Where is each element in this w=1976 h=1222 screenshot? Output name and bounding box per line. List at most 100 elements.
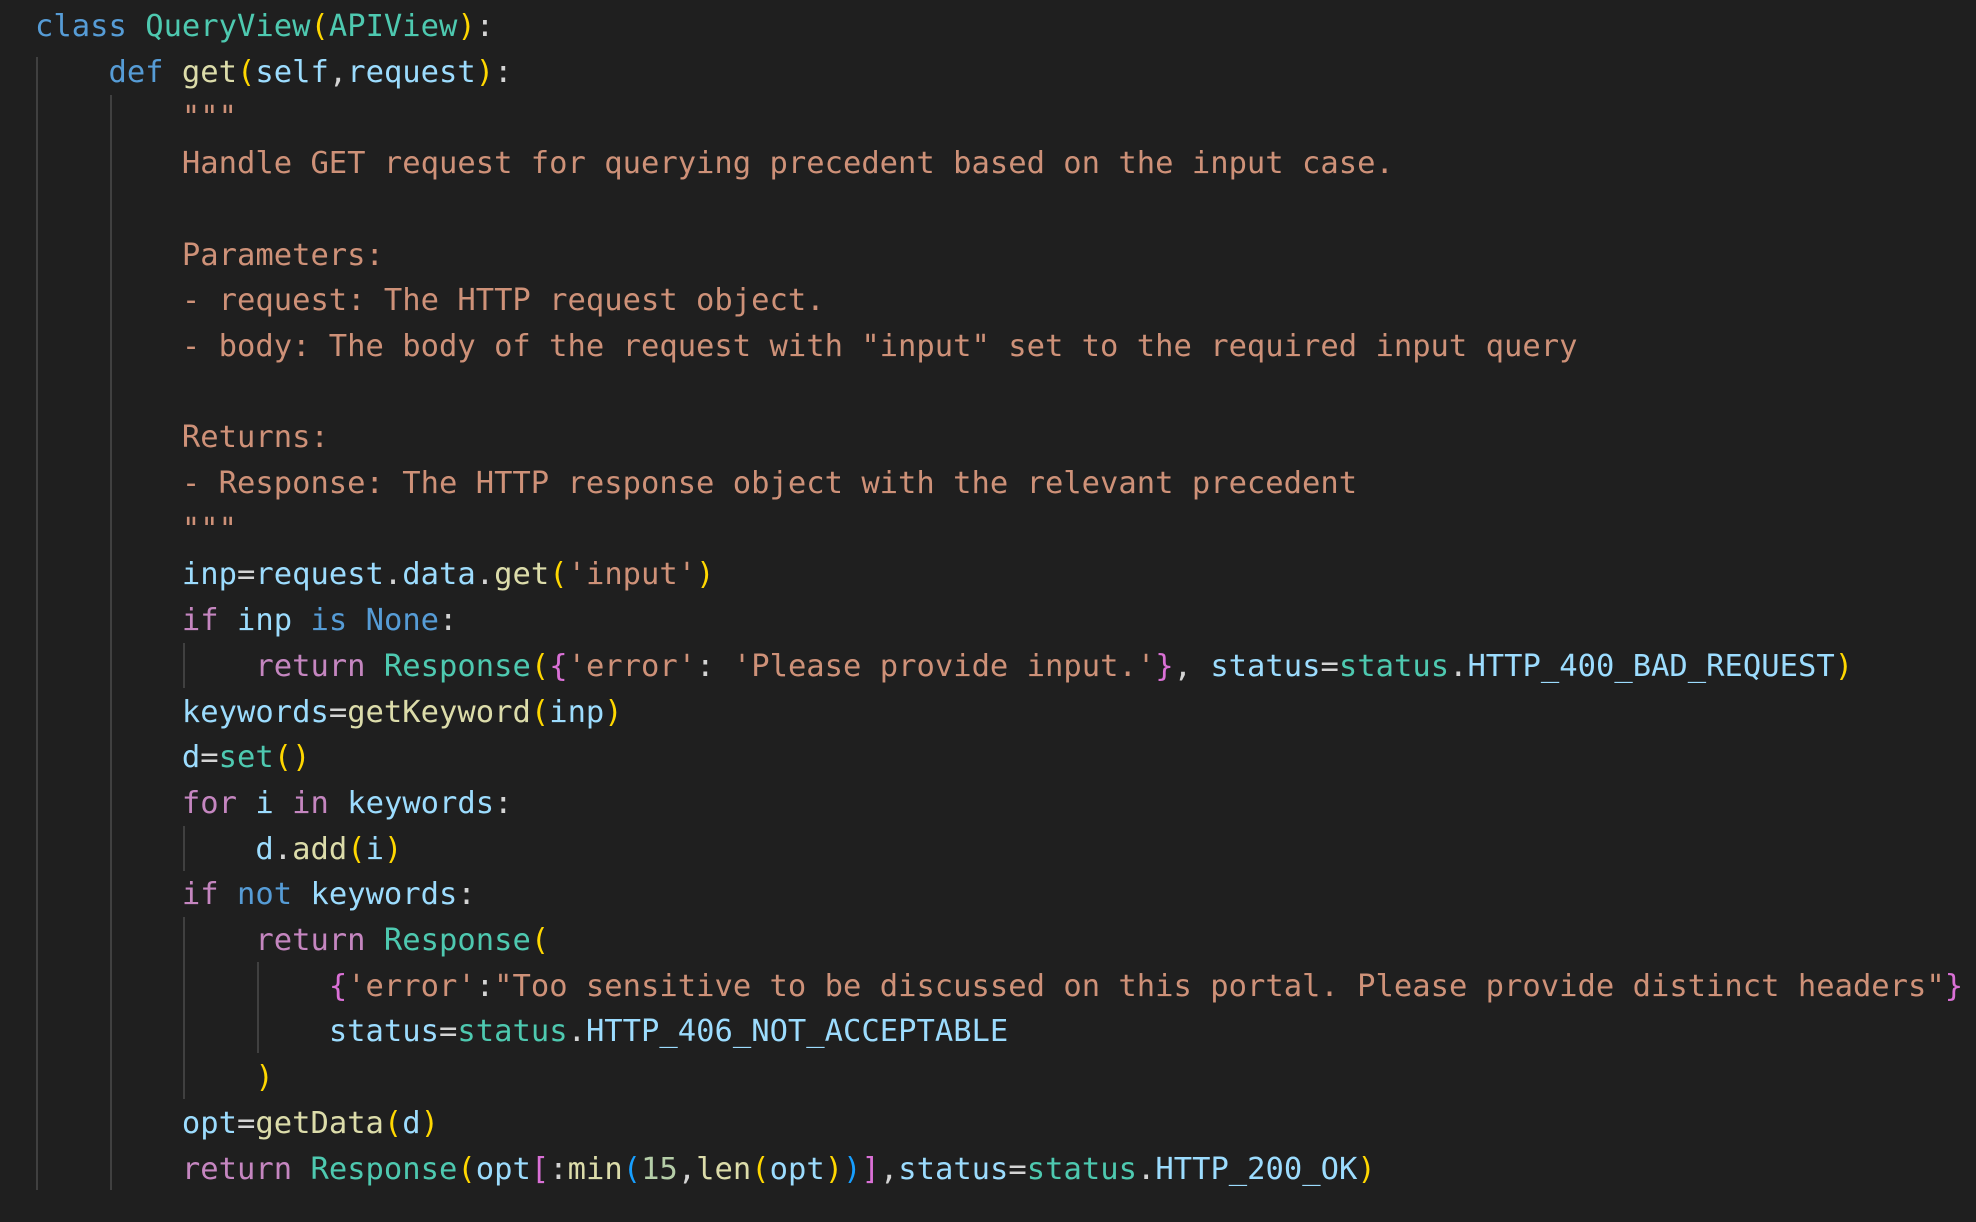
code-line[interactable]: """ (35, 507, 237, 553)
code-token: ) (824, 1151, 844, 1187)
code-token: ( (383, 1105, 403, 1141)
code-token: add (292, 831, 348, 867)
code-line[interactable]: d=set() (35, 735, 311, 781)
code-token: . (567, 1014, 586, 1050)
code-token: : (494, 54, 513, 90)
code-token: ) (604, 694, 623, 730)
code-token: { (549, 648, 568, 684)
code-token: not (237, 877, 293, 913)
code-token: Handle GET request for querying preceden… (35, 146, 1394, 182)
code-token: - Response: The HTTP response object wit… (35, 466, 1358, 501)
code-token: 'input' (567, 557, 697, 593)
code-token: ) (475, 54, 495, 90)
code-token: d (255, 831, 274, 867)
code-token: QueryView (145, 9, 311, 44)
code-line[interactable]: """ (35, 95, 237, 141)
code-token: = (1008, 1151, 1027, 1187)
code-line[interactable]: Parameters: (35, 233, 384, 279)
code-line[interactable]: class QueryView(APIView): (35, 4, 494, 50)
code-line[interactable]: ) (35, 1055, 273, 1101)
code-token: request (255, 557, 384, 593)
code-line[interactable]: return Response( (35, 918, 549, 964)
code-token: - request: The HTTP request object. (35, 283, 825, 319)
code-token: : (494, 785, 513, 821)
code-token: "Too sensitive to be discussed on this p… (494, 968, 1945, 1004)
code-line[interactable]: return Response({'error': 'Please provid… (35, 644, 1853, 690)
code-line[interactable]: d.add(i) (35, 827, 402, 873)
code-token: is (310, 603, 348, 639)
code-token: i (365, 831, 384, 867)
code-token: d (402, 1105, 421, 1141)
code-token: : (549, 1151, 568, 1187)
code-token: status (328, 1014, 439, 1050)
code-line[interactable]: Returns: (35, 415, 329, 461)
code-line[interactable]: - request: The HTTP request object. (35, 278, 825, 324)
code-token: opt (475, 1151, 531, 1187)
code-token: set (218, 740, 274, 776)
code-line[interactable]: if inp is None: (35, 598, 458, 644)
code-token: ( (457, 1151, 476, 1187)
code-line[interactable]: if not keywords: (35, 872, 476, 918)
code-token: getKeyword (347, 694, 531, 730)
code-line[interactable]: opt=getData(d) (35, 1101, 439, 1147)
code-token: inp (237, 603, 293, 639)
code-token: opt (181, 1105, 237, 1141)
code-token: status (1026, 1151, 1137, 1187)
code-line[interactable]: keywords=getKeyword(inp) (35, 690, 623, 736)
code-token: , (1173, 648, 1211, 684)
code-token: self (255, 54, 329, 90)
code-token: ( (530, 694, 550, 730)
code-token: ( (237, 54, 256, 90)
code-token: . (383, 557, 403, 593)
code-token: Parameters: (35, 237, 384, 273)
code-line[interactable]: Handle GET request for querying preceden… (35, 141, 1394, 187)
code-token: """ (35, 100, 237, 136)
code-token: d (181, 740, 201, 776)
code-token: . (1449, 648, 1468, 684)
code-token: [ (530, 1151, 550, 1187)
code-token: keywords (347, 785, 495, 821)
code-line[interactable]: - Response: The HTTP response object wit… (35, 461, 1357, 507)
code-line[interactable]: return Response(opt[:min(15,len(opt))],s… (35, 1147, 1376, 1193)
code-token: 'Please provide input.' (732, 648, 1156, 684)
code-token: Response (383, 923, 531, 958)
code-token: HTTP_200_OK (1155, 1151, 1358, 1187)
code-line[interactable]: def get(self,request): (35, 50, 513, 96)
code-token: return (181, 1151, 293, 1187)
code-token: . (475, 557, 495, 593)
code-token: status (457, 1014, 568, 1050)
code-line[interactable]: inp=request.data.get('input') (35, 552, 715, 598)
code-token: status (1210, 648, 1321, 684)
code-token: return (255, 648, 366, 684)
code-editor[interactable]: class QueryView(APIView): def get(self,r… (0, 0, 1976, 1222)
code-token: , (879, 1151, 899, 1187)
code-line[interactable]: {'error':"Too sensitive to be discussed … (35, 964, 1963, 1010)
code-token: min (567, 1151, 623, 1187)
code-token: Response (310, 1151, 458, 1187)
code-token: ( (310, 9, 329, 44)
code-line[interactable]: for i in keywords: (35, 781, 513, 827)
code-line[interactable]: - body: The body of the request with "in… (35, 324, 1578, 370)
code-token: . (273, 831, 293, 867)
code-token: HTTP_400_BAD_REQUEST (1467, 648, 1835, 684)
code-token: def (108, 54, 164, 90)
code-token: : (696, 648, 733, 684)
code-token: () (273, 740, 311, 776)
code-line[interactable]: status=status.HTTP_406_NOT_ACCEPTABLE (35, 1009, 1008, 1055)
code-token: get (181, 54, 238, 90)
code-token: getData (255, 1105, 384, 1141)
code-token: = (200, 740, 219, 776)
